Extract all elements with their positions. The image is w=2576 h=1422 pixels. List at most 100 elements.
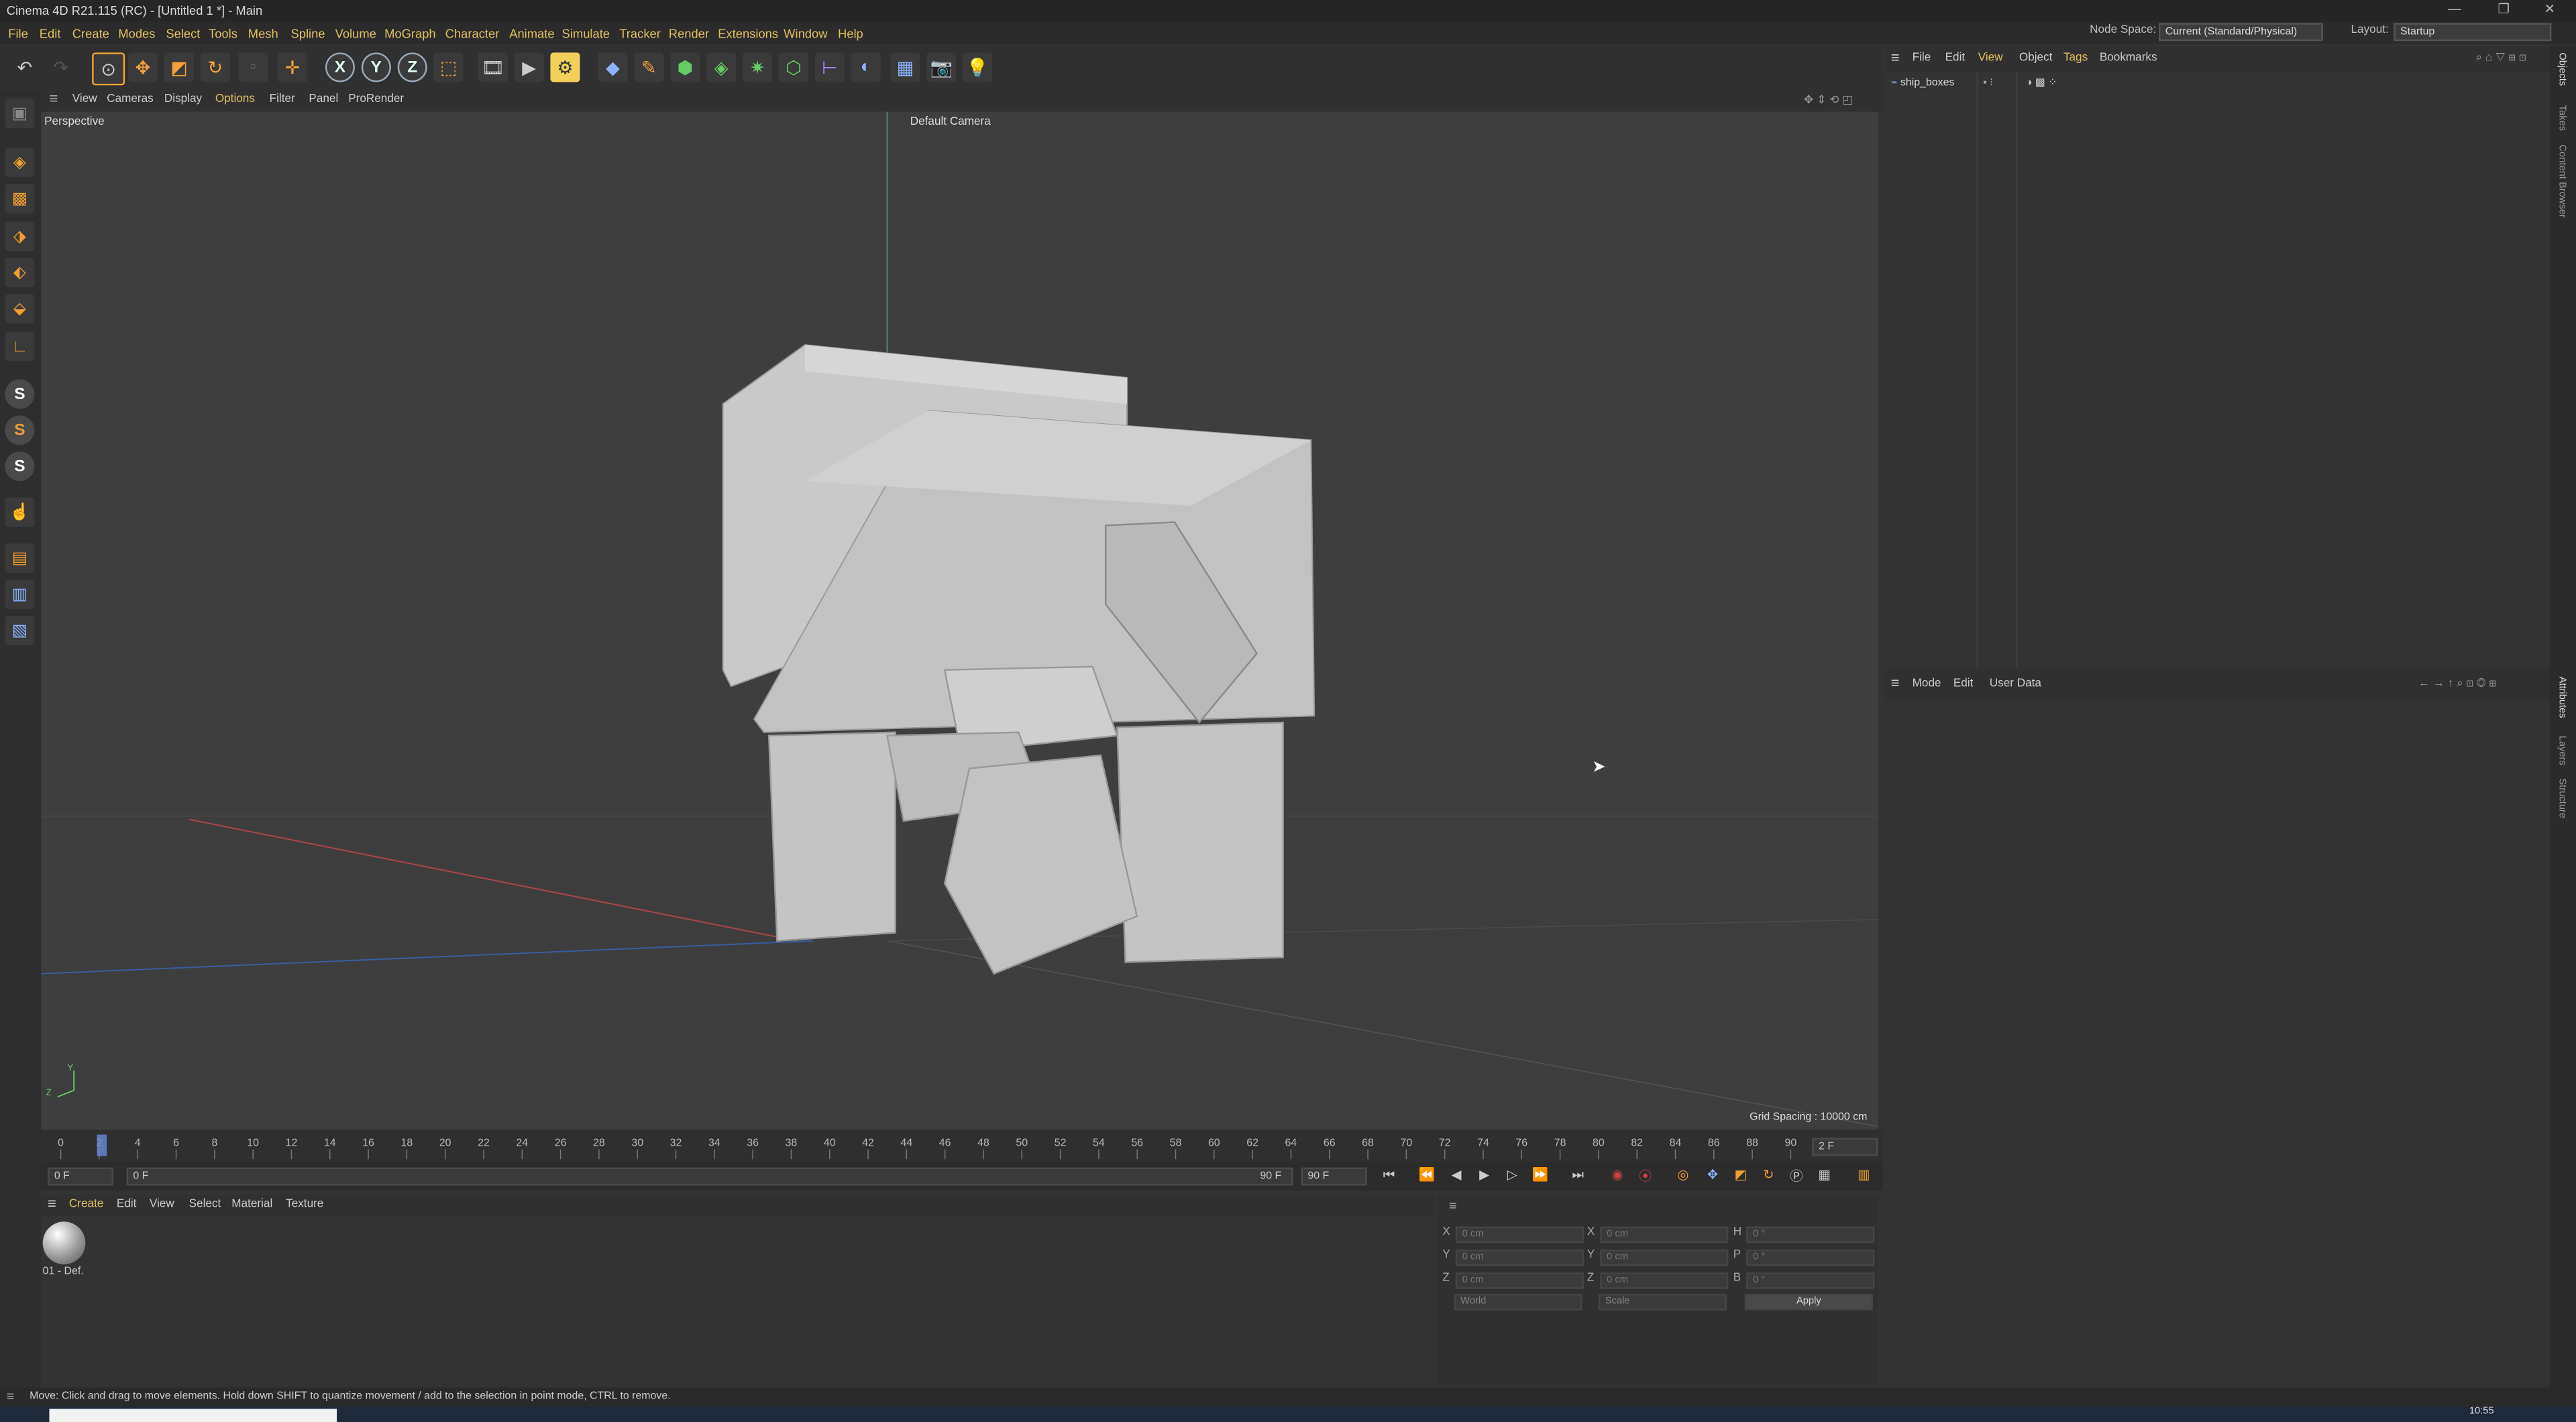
snap-workplane-icon[interactable]: S <box>5 451 35 482</box>
world-dropdown[interactable]: World <box>1454 1294 1582 1311</box>
axis-mode-icon[interactable]: ∟ <box>5 331 35 362</box>
edges-mode-icon[interactable]: ⬖ <box>5 258 35 288</box>
menu-spline[interactable]: Spline <box>290 26 325 41</box>
obj-menu-bookmarks[interactable]: Bookmarks <box>2100 52 2157 64</box>
attribute-menu-icon[interactable]: ≡ <box>1891 675 1900 691</box>
tab-takes[interactable]: Takes <box>2557 105 2567 131</box>
object-tags-icon[interactable]: ◑ ▩ ⁘ <box>2026 76 2057 89</box>
scale-dropdown[interactable]: Scale <box>1598 1294 1727 1311</box>
size-z-field[interactable]: 0 cm <box>1600 1272 1729 1289</box>
status-menu-icon[interactable]: ≡ <box>7 1389 14 1404</box>
object-search-icon[interactable]: ⌕ ⌂ ▽ ⊞ ⊡ <box>2476 52 2526 66</box>
render-settings-icon[interactable]: ⚙ <box>550 52 580 83</box>
points-mode-icon[interactable]: ⬗ <box>5 221 35 252</box>
rot-h-field[interactable]: 0 ° <box>1746 1226 1875 1244</box>
key-scale-icon[interactable]: ◩ <box>1730 1168 1752 1187</box>
key-pla-icon[interactable]: ▦ <box>1814 1168 1835 1187</box>
y-axis-lock-icon[interactable]: Y <box>361 52 391 83</box>
material-menu-icon[interactable]: ≡ <box>48 1195 56 1211</box>
menu-edit[interactable]: Edit <box>40 26 61 41</box>
field-icon[interactable]: ⊢ <box>814 52 845 83</box>
menu-volume[interactable]: Volume <box>335 26 376 41</box>
pos-y-field[interactable]: 0 cm <box>1455 1249 1584 1266</box>
menu-character[interactable]: Character <box>445 26 500 41</box>
texture-mode-icon[interactable]: ▩ <box>5 184 35 214</box>
mat-menu-create[interactable]: Create <box>69 1199 103 1210</box>
cube-icon[interactable]: ◆ <box>598 52 628 83</box>
polygons-mode-icon[interactable]: ⬙ <box>5 294 35 324</box>
object-menu-icon[interactable]: ≡ <box>1891 49 1900 65</box>
tab-structure[interactable]: Structure <box>2557 778 2567 818</box>
pos-z-field[interactable]: 0 cm <box>1455 1272 1584 1289</box>
camera-icon[interactable]: 📷 <box>926 52 957 83</box>
attr-menu-user-data[interactable]: User Data <box>1990 678 2041 690</box>
menu-extensions[interactable]: Extensions <box>718 26 778 41</box>
auto-keying-icon[interactable]: ⦿ <box>1635 1168 1656 1187</box>
scene-icon[interactable]: ◐ <box>851 52 881 83</box>
model-mode-icon[interactable]: ◈ <box>5 148 35 178</box>
end-frame-field[interactable]: 90 F <box>1301 1167 1367 1186</box>
live-selection-icon[interactable]: ⊙ <box>92 52 125 86</box>
taskbar-search-box[interactable] <box>49 1409 337 1422</box>
object-row-ship-boxes[interactable]: ⌁ ship_boxes ▪ ⁝ ◑ ▩ ⁘ <box>1891 76 2072 89</box>
viewport-nav-icons[interactable]: ✥ ⇕ ⟲ ◰ <box>1804 94 1854 107</box>
attribute-nav-icons[interactable]: ← → ↑ ⌕ ⊡ ◎ ⊞ <box>2418 678 2496 692</box>
menu-animate[interactable]: Animate <box>509 26 554 41</box>
mat-menu-edit[interactable]: Edit <box>117 1199 137 1210</box>
mat-menu-select[interactable]: Select <box>189 1199 221 1210</box>
preview-range-slider[interactable]: 0 F 90 F <box>126 1167 1293 1186</box>
mat-menu-view[interactable]: View <box>150 1199 174 1210</box>
snap-settings-icon[interactable]: S <box>5 415 35 445</box>
material-name[interactable]: 01 - Def. <box>43 1266 84 1277</box>
attr-menu-edit[interactable]: Edit <box>1953 678 1974 690</box>
obj-menu-tags[interactable]: Tags <box>2063 52 2088 64</box>
vp-menu-view[interactable]: View <box>72 94 97 105</box>
current-frame-field[interactable]: 2 F <box>1812 1138 1878 1156</box>
timeline-ruler[interactable]: 0246810121416182022242628303234363840424… <box>41 1130 1883 1163</box>
layout-dropdown[interactable]: Startup <box>2394 23 2552 42</box>
next-frame-icon[interactable]: ▷ <box>1501 1168 1523 1187</box>
vp-menu-filter[interactable]: Filter <box>270 94 295 105</box>
go-to-end-icon[interactable]: ⏭ <box>1567 1168 1589 1187</box>
menu-select[interactable]: Select <box>166 26 200 41</box>
render-view-icon[interactable]: 🎞 <box>478 52 508 83</box>
snap-icon[interactable]: S <box>5 379 35 409</box>
vp-menu-panel[interactable]: Panel <box>309 94 338 105</box>
obj-menu-edit[interactable]: Edit <box>1945 52 1966 64</box>
record-keys-icon[interactable]: ◉ <box>1607 1168 1628 1187</box>
menu-mograph[interactable]: MoGraph <box>384 26 436 41</box>
vp-menu-cameras[interactable]: Cameras <box>107 94 154 105</box>
deformer-icon[interactable]: ✷ <box>742 52 773 83</box>
recent-tool-icon[interactable]: ▫ <box>238 52 268 83</box>
make-editable-icon[interactable]: ▣ <box>5 98 35 128</box>
create-object-icon[interactable]: ✛ <box>277 52 307 83</box>
previous-key-icon[interactable]: ⏪ <box>1416 1168 1438 1187</box>
apply-button[interactable]: Apply <box>1744 1294 1873 1311</box>
scale-icon[interactable]: ◩ <box>164 52 194 83</box>
key-position-icon[interactable]: ✥ <box>1702 1168 1723 1187</box>
mograph-icon[interactable]: ⬡ <box>778 52 808 83</box>
vp-menu-display[interactable]: Display <box>164 94 202 105</box>
obj-menu-object[interactable]: Object <box>2019 52 2053 64</box>
visibility-dots-icon[interactable]: ▪ ⁝ <box>1983 76 1993 89</box>
node-space-dropdown[interactable]: Current (Standard/Physical) <box>2158 23 2323 42</box>
redo-icon[interactable]: ↷ <box>46 52 76 82</box>
viewport-menu-icon[interactable]: ≡ <box>49 91 58 107</box>
z-axis-lock-icon[interactable]: Z <box>397 52 427 83</box>
size-x-field[interactable]: 0 cm <box>1600 1226 1729 1244</box>
menu-modes[interactable]: Modes <box>118 26 155 41</box>
menu-tracker[interactable]: Tracker <box>619 26 661 41</box>
play-icon[interactable]: ▶ <box>1474 1168 1495 1187</box>
menu-render[interactable]: Render <box>669 26 709 41</box>
start-frame-field[interactable]: 0 F <box>48 1167 113 1186</box>
coordinate-system-icon[interactable]: ⬚ <box>433 52 464 83</box>
menu-mesh[interactable]: Mesh <box>248 26 278 41</box>
keyframe-selection-icon[interactable]: ◎ <box>1672 1168 1694 1187</box>
menu-tools[interactable]: Tools <box>209 26 237 41</box>
obj-menu-file[interactable]: File <box>1913 52 1931 64</box>
3d-viewport[interactable]: Perspective Default Camera Y Z Grid Spac… <box>41 111 1878 1130</box>
tweak-mode-icon[interactable]: ☝ <box>5 497 35 527</box>
close-button[interactable]: ✕ <box>2532 1 2568 19</box>
next-key-icon[interactable]: ⏩ <box>1529 1168 1551 1187</box>
move-icon[interactable]: ✥ <box>128 52 158 83</box>
